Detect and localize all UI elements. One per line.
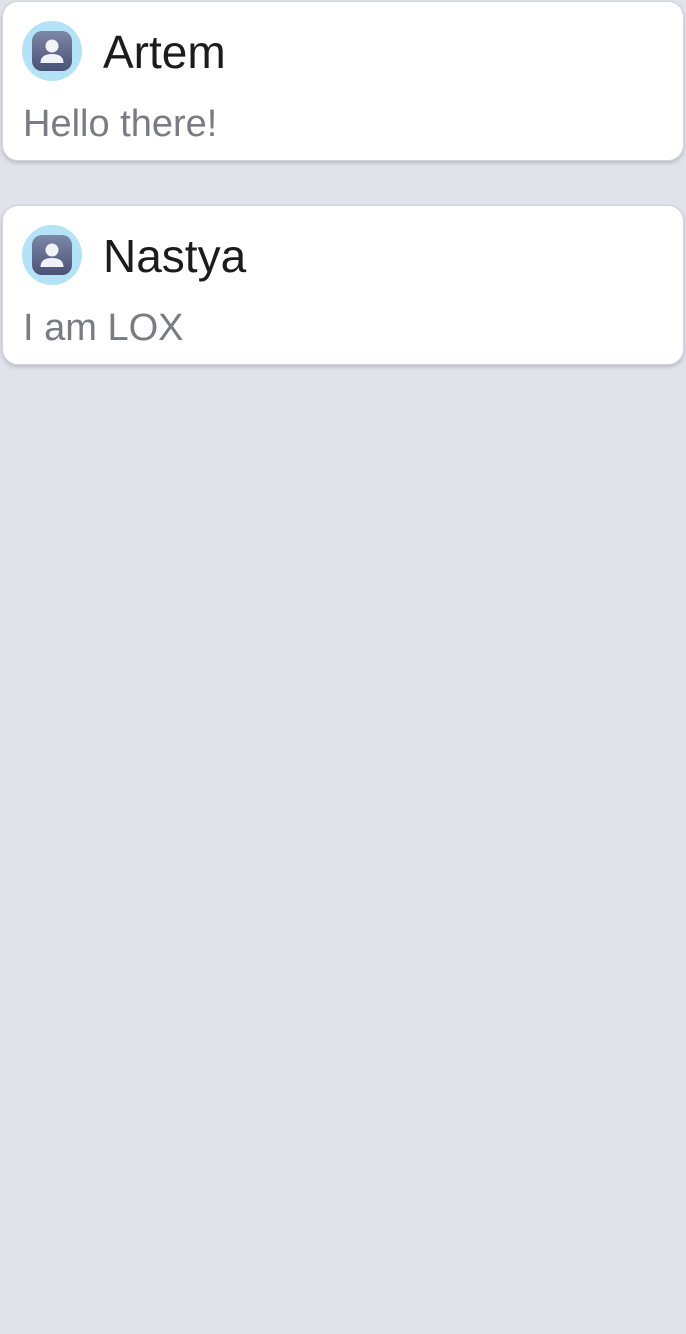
post-card[interactable]: Nastya I am LOX [2, 205, 684, 365]
user-avatar-icon [22, 21, 82, 81]
post-message: I am LOX [23, 307, 184, 349]
post-message: Hello there! [23, 103, 218, 145]
post-author: Artem [103, 26, 226, 78]
user-avatar-icon [22, 225, 82, 285]
post-author: Nastya [103, 230, 247, 282]
post-card[interactable]: Artem Hello there! [2, 1, 684, 161]
